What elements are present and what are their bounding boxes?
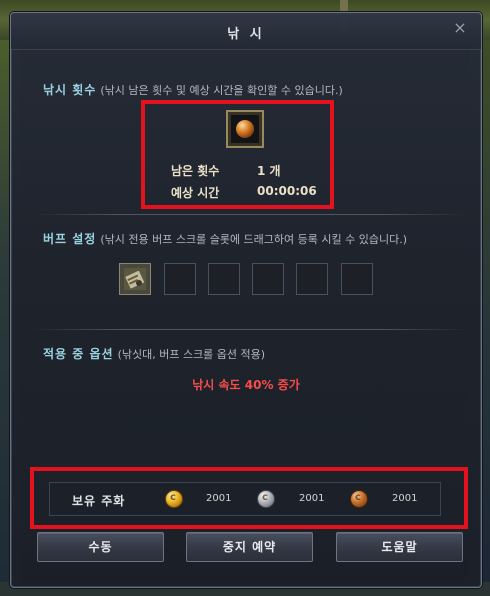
- fishing-dialog: 낚 시 × 낚시 횟수 (낚시 남은 횟수 및 예상 시간을 확인할 수 있습니다…: [10, 12, 482, 588]
- currency-panel: 보유 주화 c 2001 c 2001 c 2001: [49, 482, 441, 516]
- close-icon[interactable]: ×: [451, 19, 469, 37]
- silver-coin-icon: c: [257, 490, 275, 508]
- buff-settings-description: (낚시 전용 버프 스크롤 슬롯에 드래그하여 등록 시킬 수 있습니다.): [100, 233, 408, 246]
- fishing-count-heading: 낚시 횟수: [43, 83, 97, 97]
- estimated-time-label: 예상 시간: [171, 186, 220, 200]
- section-divider: [33, 214, 467, 215]
- section-divider: [33, 329, 467, 330]
- buff-slot-4[interactable]: [252, 263, 284, 295]
- bronze-coin-icon: c: [350, 490, 368, 508]
- estimated-time-value: 00:00:06: [257, 184, 317, 198]
- fishing-count-header: 낚시 횟수 (낚시 남은 횟수 및 예상 시간을 확인할 수 있습니다.): [43, 81, 343, 98]
- buff-slot-1[interactable]: [119, 263, 151, 295]
- buff-slot-2[interactable]: [164, 263, 196, 295]
- buff-slot-5[interactable]: [296, 263, 328, 295]
- remaining-count-label: 남은 횟수: [171, 164, 220, 178]
- buff-slot-3[interactable]: [208, 263, 240, 295]
- silver-coin-value: 2001: [299, 493, 325, 504]
- currency-label: 보유 주화: [72, 494, 126, 508]
- fishing-item-slot[interactable]: [226, 110, 264, 148]
- help-button[interactable]: 도움말: [336, 532, 463, 562]
- applied-options-header: 적용 중 옵션 (낚싯대, 버프 스크롤 옵션 적용): [43, 345, 265, 362]
- scroll-icon: [124, 268, 146, 290]
- applied-options-heading: 적용 중 옵션: [43, 347, 114, 361]
- gold-coin-icon: c: [165, 490, 183, 508]
- fishing-item-slot-inner: [231, 115, 259, 143]
- remaining-count-value: 1 개: [257, 164, 281, 178]
- buff-slot-6[interactable]: [341, 263, 373, 295]
- dialog-titlebar[interactable]: 낚 시 ×: [11, 13, 481, 50]
- stop-reserve-button[interactable]: 중지 예약: [186, 532, 313, 562]
- gold-coin-value: 2001: [206, 493, 232, 504]
- bronze-coin-value: 2001: [392, 493, 418, 504]
- buff-settings-heading: 버프 설정: [43, 232, 97, 246]
- manual-button[interactable]: 수동: [37, 532, 164, 562]
- dialog-title: 낚 시: [227, 27, 265, 42]
- buff-settings-header: 버프 설정 (낚시 전용 버프 스크롤 슬롯에 드래그하여 등록 시킬 수 있습니…: [43, 230, 407, 247]
- applied-options-description: (낚싯대, 버프 스크롤 옵션 적용): [117, 348, 266, 361]
- orange-orb-icon: [236, 120, 254, 138]
- fishing-count-description: (낚시 남은 횟수 및 예상 시간을 확인할 수 있습니다.): [100, 84, 343, 97]
- fishing-speed-bonus: 낚시 속도 40% 증가: [192, 378, 300, 392]
